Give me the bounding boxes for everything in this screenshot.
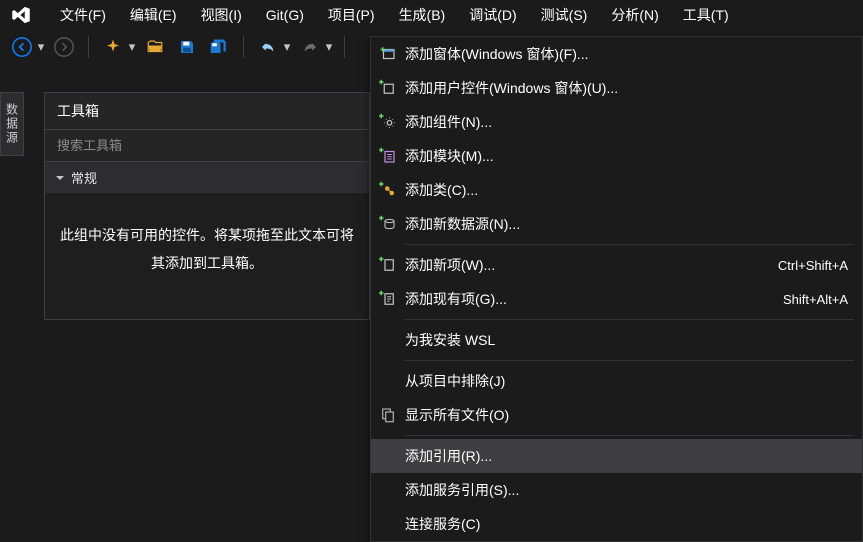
menu-divider (405, 360, 854, 361)
save-all-button[interactable] (205, 35, 233, 59)
toolbar-separator (344, 36, 345, 58)
back-arrow-icon (11, 36, 33, 58)
toolbox-empty-text: 此组中没有可用的控件。将某项拖至此文本可将其添加到工具箱。 (45, 193, 369, 319)
forward-arrow-icon (53, 36, 75, 58)
menu-item-label: 添加类(C)... (405, 180, 848, 200)
datasource-side-tab[interactable]: 数据源 (0, 92, 24, 156)
menu-item-label: 添加组件(N)... (405, 112, 848, 132)
menu-item[interactable]: 添加类(C)... (371, 173, 862, 207)
menu-file[interactable]: 文件(F) (48, 0, 118, 31)
project-menu-dropdown: 添加窗体(Windows 窗体)(F)... 添加用户控件(Windows 窗体)… (370, 36, 863, 542)
toolbar-separator (243, 36, 244, 58)
chevron-down-icon: ▾ (282, 39, 292, 55)
menu-item[interactable]: 添加新数据源(N)... (371, 207, 862, 241)
toolbox-category-label: 常规 (71, 168, 97, 187)
blank-icon (371, 364, 405, 398)
toolbox-panel: 工具箱 常规 此组中没有可用的控件。将某项拖至此文本可将其添加到工具箱。 (44, 92, 370, 320)
menu-item[interactable]: 添加模块(M)... (371, 139, 862, 173)
toolbox-search-input[interactable] (45, 130, 369, 161)
toolbox-search (45, 130, 369, 162)
menu-divider (405, 435, 854, 436)
chevron-down-icon: ▾ (36, 39, 46, 55)
menu-item-shortcut: Ctrl+Shift+A (778, 258, 848, 273)
menu-item-label: 添加窗体(Windows 窗体)(F)... (405, 44, 848, 64)
save-icon (178, 38, 196, 56)
menu-item[interactable]: 添加新项(W)...Ctrl+Shift+A (371, 248, 862, 282)
toolbar-separator (88, 36, 89, 58)
open-folder-icon (146, 38, 164, 56)
menu-item-label: 添加服务引用(S)... (405, 480, 848, 500)
blank-icon (371, 507, 405, 541)
redo-icon (301, 38, 319, 56)
nav-forward-button[interactable] (50, 35, 78, 59)
menu-build[interactable]: 生成(B) (387, 0, 458, 31)
menu-item-label: 添加新项(W)... (405, 255, 778, 275)
datasource-add-icon (371, 207, 405, 241)
menu-item-label: 为我安装 WSL (405, 330, 848, 350)
new-item-button[interactable]: ▾ (99, 35, 137, 59)
menu-debug[interactable]: 调试(D) (457, 0, 528, 31)
menu-item-shortcut: Shift+Alt+A (783, 292, 848, 307)
new-sparkle-icon (104, 38, 122, 56)
nav-back-button[interactable]: ▾ (8, 35, 46, 59)
toolbox-title: 工具箱 (45, 93, 369, 130)
menu-item[interactable]: 添加服务引用(S)... (371, 473, 862, 507)
menu-view[interactable]: 视图(I) (189, 0, 254, 31)
menu-tools[interactable]: 工具(T) (671, 0, 741, 31)
menu-item[interactable]: 添加组件(N)... (371, 105, 862, 139)
existingitem-add-icon (371, 282, 405, 316)
chevron-down-icon: ▾ (324, 39, 334, 55)
menubar: 文件(F) 编辑(E) 视图(I) Git(G) 项目(P) 生成(B) 调试(… (0, 0, 863, 30)
usercontrol-add-icon (371, 71, 405, 105)
menu-test[interactable]: 测试(S) (529, 0, 600, 31)
blank-icon (371, 473, 405, 507)
component-add-icon (371, 105, 405, 139)
menu-project[interactable]: 项目(P) (316, 0, 387, 31)
menu-item-label: 添加模块(M)... (405, 146, 848, 166)
menu-item-label: 添加现有项(G)... (405, 289, 783, 309)
menu-edit[interactable]: 编辑(E) (118, 0, 189, 31)
save-button[interactable] (173, 35, 201, 59)
menu-item[interactable]: 从项目中排除(J) (371, 364, 862, 398)
open-file-button[interactable] (141, 35, 169, 59)
menu-divider (405, 319, 854, 320)
menu-git[interactable]: Git(G) (254, 1, 316, 29)
show-all-files-icon (371, 398, 405, 432)
module-add-icon (371, 139, 405, 173)
blank-icon (371, 323, 405, 357)
collapse-triangle-icon (55, 173, 65, 183)
menu-item[interactable]: 添加现有项(G)...Shift+Alt+A (371, 282, 862, 316)
menu-item-label: 显示所有文件(O) (405, 405, 848, 425)
vs-logo-icon (8, 2, 34, 28)
menu-item[interactable]: 连接服务(C) (371, 507, 862, 541)
menu-item[interactable]: 为我安装 WSL (371, 323, 862, 357)
blank-icon (371, 439, 405, 473)
save-all-icon (209, 38, 229, 56)
class-add-icon (371, 173, 405, 207)
menu-item-label: 添加新数据源(N)... (405, 214, 848, 234)
menu-item-label: 连接服务(C) (405, 514, 848, 534)
menu-item-label: 从项目中排除(J) (405, 371, 848, 391)
menu-item[interactable]: 添加引用(R)... (371, 439, 862, 473)
newitem-add-icon (371, 248, 405, 282)
form-add-icon (371, 37, 405, 71)
undo-icon (259, 38, 277, 56)
chevron-down-icon: ▾ (127, 39, 137, 55)
menu-item[interactable]: 添加用户控件(Windows 窗体)(U)... (371, 71, 862, 105)
menu-divider (405, 244, 854, 245)
redo-button[interactable]: ▾ (296, 35, 334, 59)
toolbox-category-general[interactable]: 常规 (45, 162, 369, 193)
menu-item[interactable]: 添加窗体(Windows 窗体)(F)... (371, 37, 862, 71)
menu-item[interactable]: 显示所有文件(O) (371, 398, 862, 432)
menu-analyze[interactable]: 分析(N) (599, 0, 670, 31)
undo-button[interactable]: ▾ (254, 35, 292, 59)
menu-item-label: 添加用户控件(Windows 窗体)(U)... (405, 78, 848, 98)
menu-item-label: 添加引用(R)... (405, 446, 848, 466)
